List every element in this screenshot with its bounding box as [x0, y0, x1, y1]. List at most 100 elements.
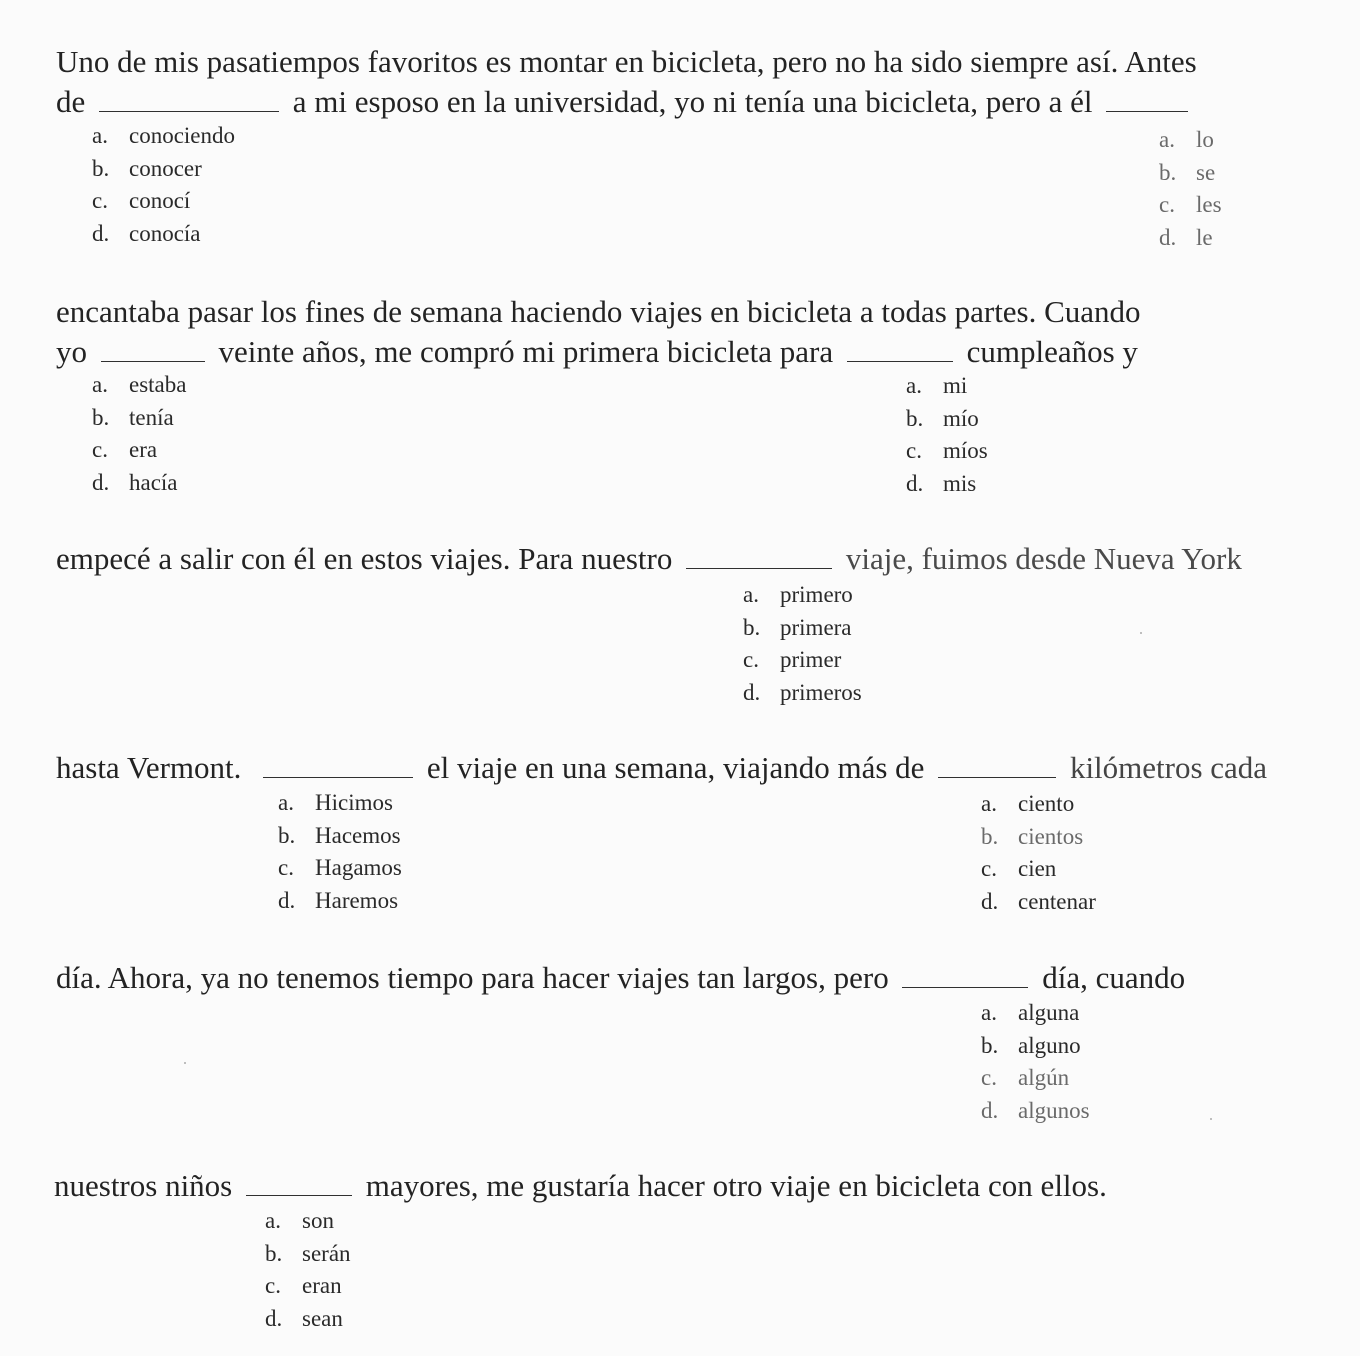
- option-letter: d.: [1159, 224, 1177, 250]
- option-text: cien: [1018, 856, 1057, 881]
- option-text: mío: [943, 405, 979, 431]
- option-text: conocí: [129, 188, 191, 213]
- option-a[interactable]: a. mi: [906, 370, 988, 403]
- option-text: conociendo: [129, 123, 236, 148]
- option-letter: a.: [92, 372, 108, 397]
- option-a[interactable]: a. Hicimos: [278, 787, 402, 820]
- answer-blank-6[interactable]: [263, 751, 414, 778]
- option-d[interactable]: d. centenar: [981, 886, 1096, 919]
- answer-blank-9[interactable]: [246, 1169, 352, 1196]
- option-b[interactable]: b. mío: [906, 403, 988, 436]
- option-d[interactable]: d. primeros: [743, 677, 862, 710]
- option-b[interactable]: b. primera: [743, 612, 862, 645]
- question-7-options: a. ciento b. cientos c. cien d. centenar: [981, 788, 1096, 918]
- passage-line-3: encantaba pasar los fines de semana haci…: [56, 294, 1141, 330]
- question-2-options: a. lo b. se c. les d. le: [1159, 124, 1222, 254]
- passage-text: empecé a salir con él en estos viajes. P…: [56, 541, 673, 576]
- option-letter: a.: [92, 123, 108, 148]
- option-b[interactable]: b. se: [1159, 157, 1222, 190]
- option-text: algunos: [1018, 1097, 1090, 1123]
- option-d[interactable]: d. sean: [265, 1303, 351, 1336]
- passage-text: día. Ahora, ya no tenemos tiempo para ha…: [56, 960, 889, 995]
- option-letter: d.: [265, 1305, 283, 1331]
- answer-blank-4[interactable]: [846, 335, 953, 362]
- answer-blank-2[interactable]: [1106, 85, 1189, 112]
- option-letter: c.: [906, 438, 922, 463]
- option-text: Haremos: [315, 887, 399, 913]
- passage-line-5: empecé a salir con él en estos viajes. P…: [56, 541, 1242, 577]
- passage-text: día, cuando: [1042, 960, 1186, 995]
- option-b[interactable]: b. serán: [265, 1238, 351, 1271]
- passage-text: kilómetros cada: [1069, 750, 1268, 785]
- option-letter: b.: [265, 1240, 283, 1266]
- option-b[interactable]: b. alguno: [981, 1030, 1090, 1063]
- option-text: míos: [943, 438, 988, 463]
- passage-text: de: [56, 84, 86, 119]
- passage-text: viaje, fuimos desde Nueva York: [845, 541, 1242, 576]
- option-d[interactable]: d. Haremos: [278, 885, 402, 918]
- option-c[interactable]: c. conocí: [92, 185, 235, 218]
- option-a[interactable]: a. alguna: [981, 997, 1090, 1030]
- passage-line-2: de a mi esposo en la universidad, yo ni …: [56, 84, 1189, 120]
- option-text: mis: [943, 470, 977, 496]
- question-8-options: a. alguna b. alguno c. algún d. algunos: [981, 997, 1090, 1127]
- option-text: Hacemos: [315, 822, 401, 848]
- option-c[interactable]: c. era: [92, 434, 186, 467]
- answer-blank-7[interactable]: [938, 751, 1057, 778]
- option-text: hacía: [129, 469, 178, 495]
- option-a[interactable]: a. conociendo: [92, 120, 235, 153]
- option-c[interactable]: c. algún: [981, 1062, 1090, 1095]
- option-a[interactable]: a. primero: [743, 579, 862, 612]
- option-c[interactable]: c. Hagamos: [278, 852, 402, 885]
- option-a[interactable]: a. estaba: [92, 369, 186, 402]
- option-letter: a.: [1159, 127, 1175, 152]
- option-a[interactable]: a. son: [265, 1205, 351, 1238]
- option-text: primer: [780, 647, 842, 672]
- option-c[interactable]: c. cien: [981, 853, 1096, 886]
- passage-text: cumpleaños y: [966, 334, 1138, 369]
- option-text: son: [302, 1208, 334, 1233]
- option-d[interactable]: d. conocía: [92, 218, 235, 251]
- answer-blank-1[interactable]: [99, 85, 280, 112]
- option-text: primero: [780, 582, 853, 607]
- passage-text: nuestros niños: [54, 1168, 233, 1203]
- option-d[interactable]: d. algunos: [981, 1095, 1090, 1128]
- passage-line-8: nuestros niños mayores, me gustaría hace…: [54, 1168, 1107, 1204]
- passage-line-6: hasta Vermont. el viaje en una semana, v…: [56, 750, 1267, 786]
- option-c[interactable]: c. eran: [265, 1270, 351, 1303]
- passage-text: hasta Vermont.: [56, 750, 242, 785]
- option-text: conocía: [129, 220, 201, 246]
- option-b[interactable]: b. cientos: [981, 821, 1096, 854]
- option-a[interactable]: a. ciento: [981, 788, 1096, 821]
- option-letter: c.: [1159, 192, 1175, 217]
- option-letter: a.: [278, 790, 294, 815]
- option-letter: a.: [743, 582, 759, 607]
- question-6-options: a. Hicimos b. Hacemos c. Hagamos d. Haremos: [278, 787, 402, 917]
- answer-blank-8[interactable]: [902, 961, 1029, 988]
- option-text: Hagamos: [315, 855, 402, 880]
- option-a[interactable]: a. lo: [1159, 124, 1222, 157]
- option-letter: a.: [981, 1000, 997, 1025]
- option-c[interactable]: c. míos: [906, 435, 988, 468]
- option-d[interactable]: d. le: [1159, 222, 1222, 255]
- answer-blank-3[interactable]: [100, 335, 205, 362]
- option-c[interactable]: c. primer: [743, 644, 862, 677]
- option-b[interactable]: b. tenía: [92, 402, 186, 435]
- passage-line-7: día. Ahora, ya no tenemos tiempo para ha…: [56, 960, 1185, 996]
- option-d[interactable]: d. hacía: [92, 467, 186, 500]
- answer-blank-5[interactable]: [686, 542, 833, 569]
- option-b[interactable]: b. conocer: [92, 153, 235, 186]
- option-letter: c.: [265, 1273, 281, 1298]
- option-letter: a.: [981, 791, 997, 816]
- passage-text: Uno de mis pasatiempos favoritos es mont…: [56, 44, 1197, 79]
- option-letter: b.: [1159, 159, 1177, 185]
- option-b[interactable]: b. Hacemos: [278, 820, 402, 853]
- option-letter: b.: [92, 404, 110, 430]
- option-text: mi: [943, 373, 968, 398]
- scan-speck: [184, 1062, 186, 1064]
- option-text: sean: [302, 1305, 343, 1331]
- option-text: ciento: [1018, 791, 1075, 816]
- option-letter: b.: [278, 822, 296, 848]
- option-d[interactable]: d. mis: [906, 468, 988, 501]
- option-c[interactable]: c. les: [1159, 189, 1222, 222]
